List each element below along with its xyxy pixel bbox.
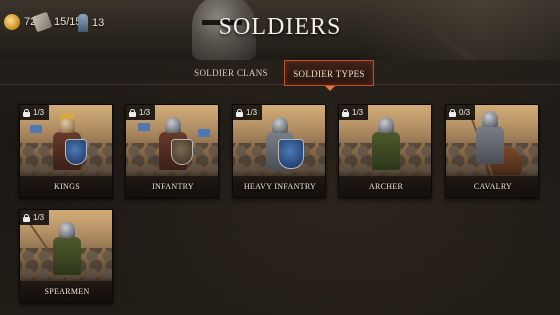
card-count-badge: 1/3 [233, 105, 263, 120]
card-count: 1/3 [246, 108, 258, 117]
figure-body [53, 237, 81, 275]
card-count-badge: 1/3 [20, 210, 50, 225]
card-label: HEAVY INFANTRY [233, 175, 325, 197]
cavalry-figure [464, 105, 506, 187]
flag-icon [138, 123, 150, 131]
lock-icon [236, 108, 243, 117]
figure-body [476, 126, 504, 164]
figure-helmet [59, 222, 75, 238]
tab-soldier-clans[interactable]: SOLDIER CLANS [186, 60, 276, 86]
flag-icon [198, 129, 210, 137]
card-count-badge: 1/3 [20, 105, 50, 120]
figure-helmet [482, 111, 498, 127]
king-figure [51, 114, 87, 177]
gold-coins-icon [4, 14, 20, 30]
lock-icon [129, 108, 136, 117]
tabs-divider [0, 84, 560, 85]
soldier-card-archer[interactable]: 1/3 ARCHER [338, 104, 432, 198]
crown-icon [60, 114, 74, 119]
spearmen-figure [29, 222, 83, 299]
soldier-card-kings[interactable]: 1/3 KINGS [19, 104, 113, 198]
shield-icon [65, 139, 87, 165]
soldier-card-spearmen[interactable]: 1/3 SPEARMEN [19, 209, 113, 303]
figure-helmet [165, 117, 181, 133]
soldier-card-infantry[interactable]: 1/3 INFANTRY [125, 104, 219, 198]
lock-icon [23, 213, 30, 222]
figure-helmet [378, 117, 394, 133]
card-label: SPEARMEN [20, 280, 112, 302]
heavy-infantry-figure [264, 117, 304, 177]
card-count: 1/3 [139, 108, 151, 117]
soldier-card-cavalry[interactable]: 0/3 CAVALRY [445, 104, 539, 198]
troops-counter[interactable]: 13 [78, 14, 104, 32]
infantry-figure [157, 117, 193, 177]
shield-icon [171, 139, 193, 165]
card-label: ARCHER [339, 175, 431, 197]
soldier-card-heavy-infantry[interactable]: 1/3 HEAVY INFANTRY [232, 104, 326, 198]
food-icon [31, 11, 53, 33]
figure-helmet [272, 117, 288, 133]
flag-icon [30, 125, 42, 133]
card-label: KINGS [20, 175, 112, 197]
card-count-badge: 1/3 [126, 105, 156, 120]
soldier-icon [78, 14, 88, 32]
card-count: 1/3 [33, 108, 45, 117]
card-count: 0/3 [459, 108, 471, 117]
troops-value: 13 [92, 17, 105, 29]
food-counter[interactable]: 15/15 [31, 11, 82, 33]
archer-figure [370, 117, 402, 177]
lock-icon [342, 108, 349, 117]
tab-soldier-types[interactable]: SOLDIER TYPES [284, 60, 374, 91]
card-label: INFANTRY [126, 175, 218, 197]
figure-body [372, 132, 400, 170]
lock-icon [449, 108, 456, 117]
card-count-badge: 1/3 [339, 105, 369, 120]
card-label: CAVALRY [446, 175, 538, 197]
card-count: 1/3 [33, 213, 45, 222]
figure-head [59, 117, 75, 133]
card-count: 1/3 [352, 108, 364, 117]
lock-icon [23, 108, 30, 117]
shield-icon [278, 139, 304, 169]
card-count-badge: 0/3 [446, 105, 476, 120]
